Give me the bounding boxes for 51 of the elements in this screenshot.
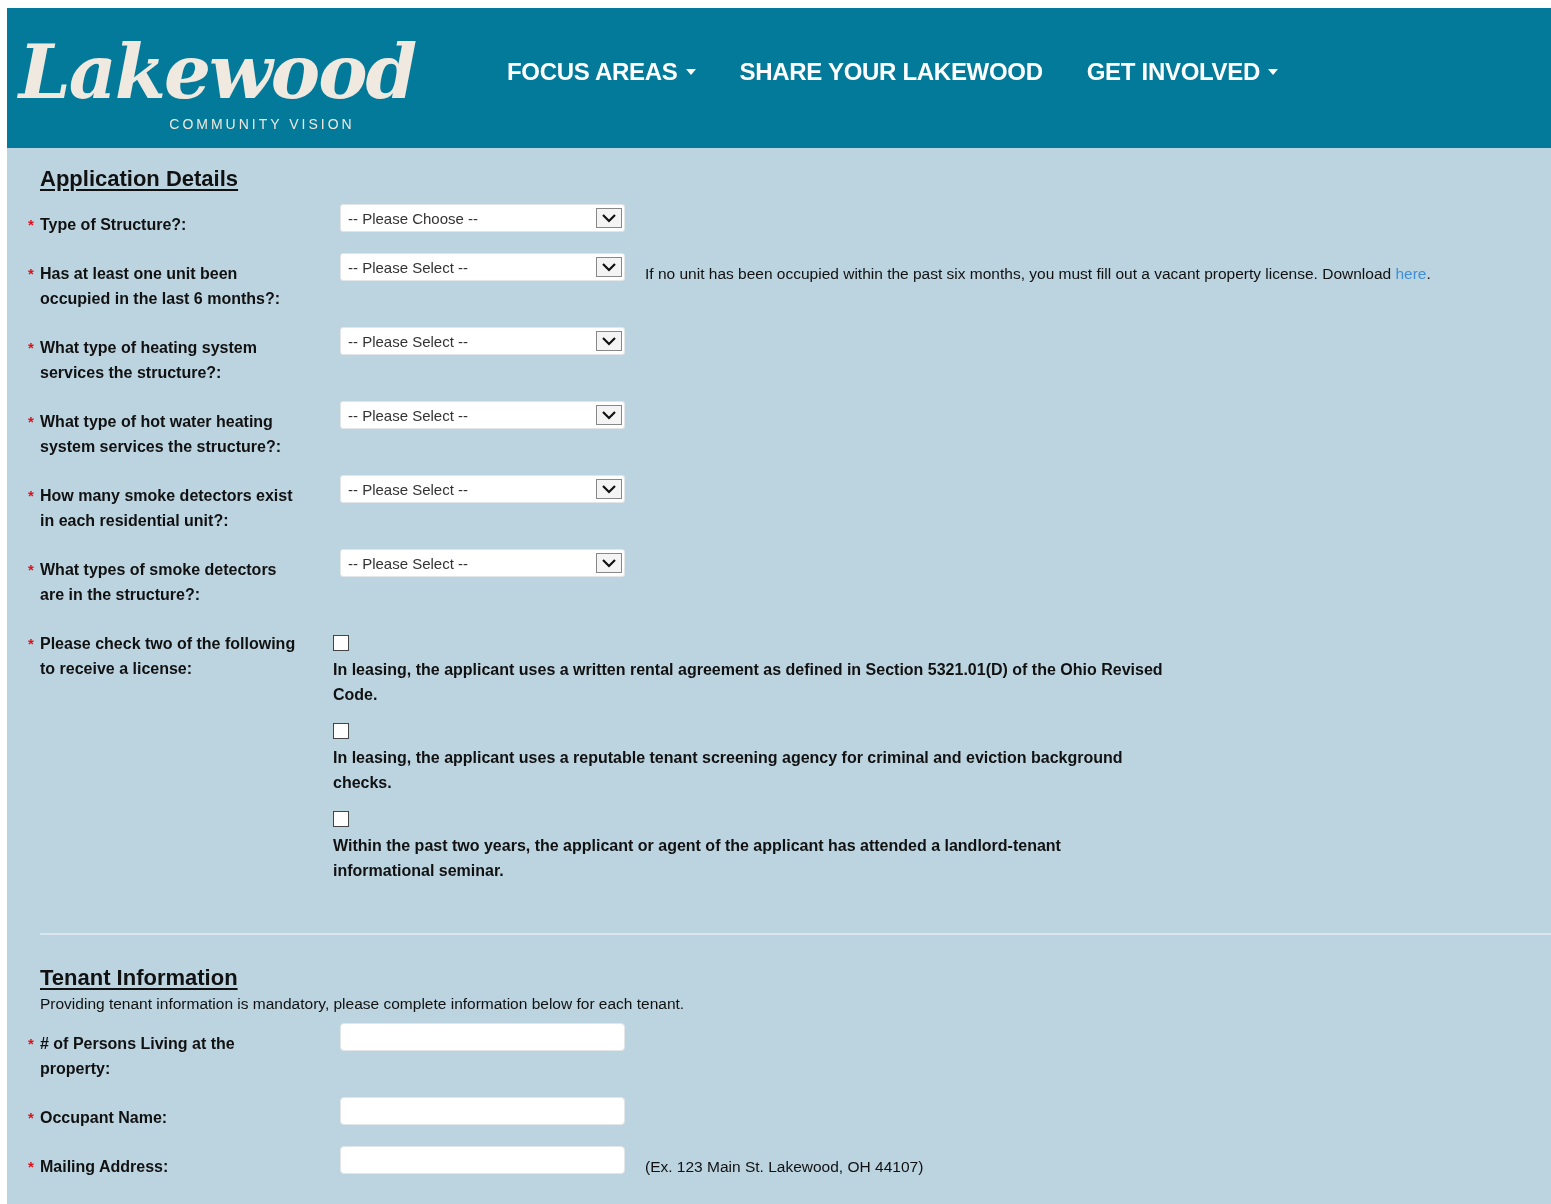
checkbox[interactable] [333,635,349,651]
nav-link[interactable]: GET INVOLVED [1086,58,1279,86]
checkbox[interactable] [333,811,349,827]
checkbox[interactable] [333,723,349,739]
field-label: How many smoke detectors exist in each residential unit?: [40,486,294,531]
checkbox-label: In leasing, the applicant uses a written rental agreement as defined in Section 5321.01(D) of the Ohio Revised Code. [333,660,1163,705]
field-label: Please check two of the following to receive a license: [40,634,297,679]
required-asterisk: * [28,1108,35,1128]
chevron-down-icon [602,336,616,346]
chevron-down-icon [602,262,616,272]
required-asterisk: * [28,338,35,358]
chevron-down-icon [602,484,616,494]
select-field[interactable]: -- Please Select -- [340,475,625,503]
chevron-down-icon [602,213,616,223]
input-field[interactable] [340,1097,625,1125]
checkbox-label: Within the past two years, the applicant or agent of the applicant has attended a landlord-tenant informational seminar. [333,836,1062,881]
checkbox-label: In leasing, the applicant uses a reputable tenant screening agency for criminal and eviction background checks. [333,748,1124,793]
help-text: (Ex. 123 Main St. Lakewood, OH 44107) [645,1157,924,1177]
select-field[interactable]: -- Please Select -- [340,327,625,355]
select-field[interactable]: -- Please Select -- [340,549,625,577]
field-label: Occupant Name: [40,1108,169,1128]
required-asterisk: * [28,215,35,235]
field-label: Mailing Address: [40,1157,170,1177]
field-label: # of Persons Living at the property: [40,1034,236,1079]
input-field[interactable] [340,1146,625,1174]
input-field[interactable] [340,1023,625,1051]
select-field[interactable]: -- Please Select -- [340,253,625,281]
caret-icon [685,69,696,75]
required-asterisk: * [28,1034,35,1054]
required-asterisk: * [28,412,35,432]
chevron-down-icon [602,410,616,420]
select-field[interactable]: -- Please Choose -- [340,204,625,232]
select-field[interactable]: -- Please Select -- [340,401,625,429]
required-asterisk: * [28,560,35,580]
help-text: If no unit has been occupied within the past six months, you must fill out a vacant property license. Download here. [645,264,1431,284]
section-heading: Application Details [40,166,239,192]
field-label: Has at least one unit been occupied in the last 6 months?: [40,264,282,309]
required-asterisk: * [28,486,35,506]
caret-icon [1268,69,1279,75]
field-label: What type of hot water heating system services the structure?: [40,412,282,457]
field-label: What types of smoke detectors are in the structure?: [40,560,278,605]
required-asterisk: * [28,1157,35,1177]
section-description: Providing tenant information is mandatory, please complete information below for each tenant. [40,995,685,1013]
chevron-down-icon [602,558,616,568]
required-asterisk: * [28,264,35,284]
field-label: Type of Structure?: [40,215,188,235]
section-heading: Tenant Information [40,965,238,991]
nav-link[interactable]: FOCUS AREAS [507,58,696,86]
field-label: What type of heating system services the structure?: [40,338,258,383]
required-asterisk: * [28,634,35,654]
nav-link[interactable]: SHARE YOUR LAKEWOOD [739,58,1043,86]
